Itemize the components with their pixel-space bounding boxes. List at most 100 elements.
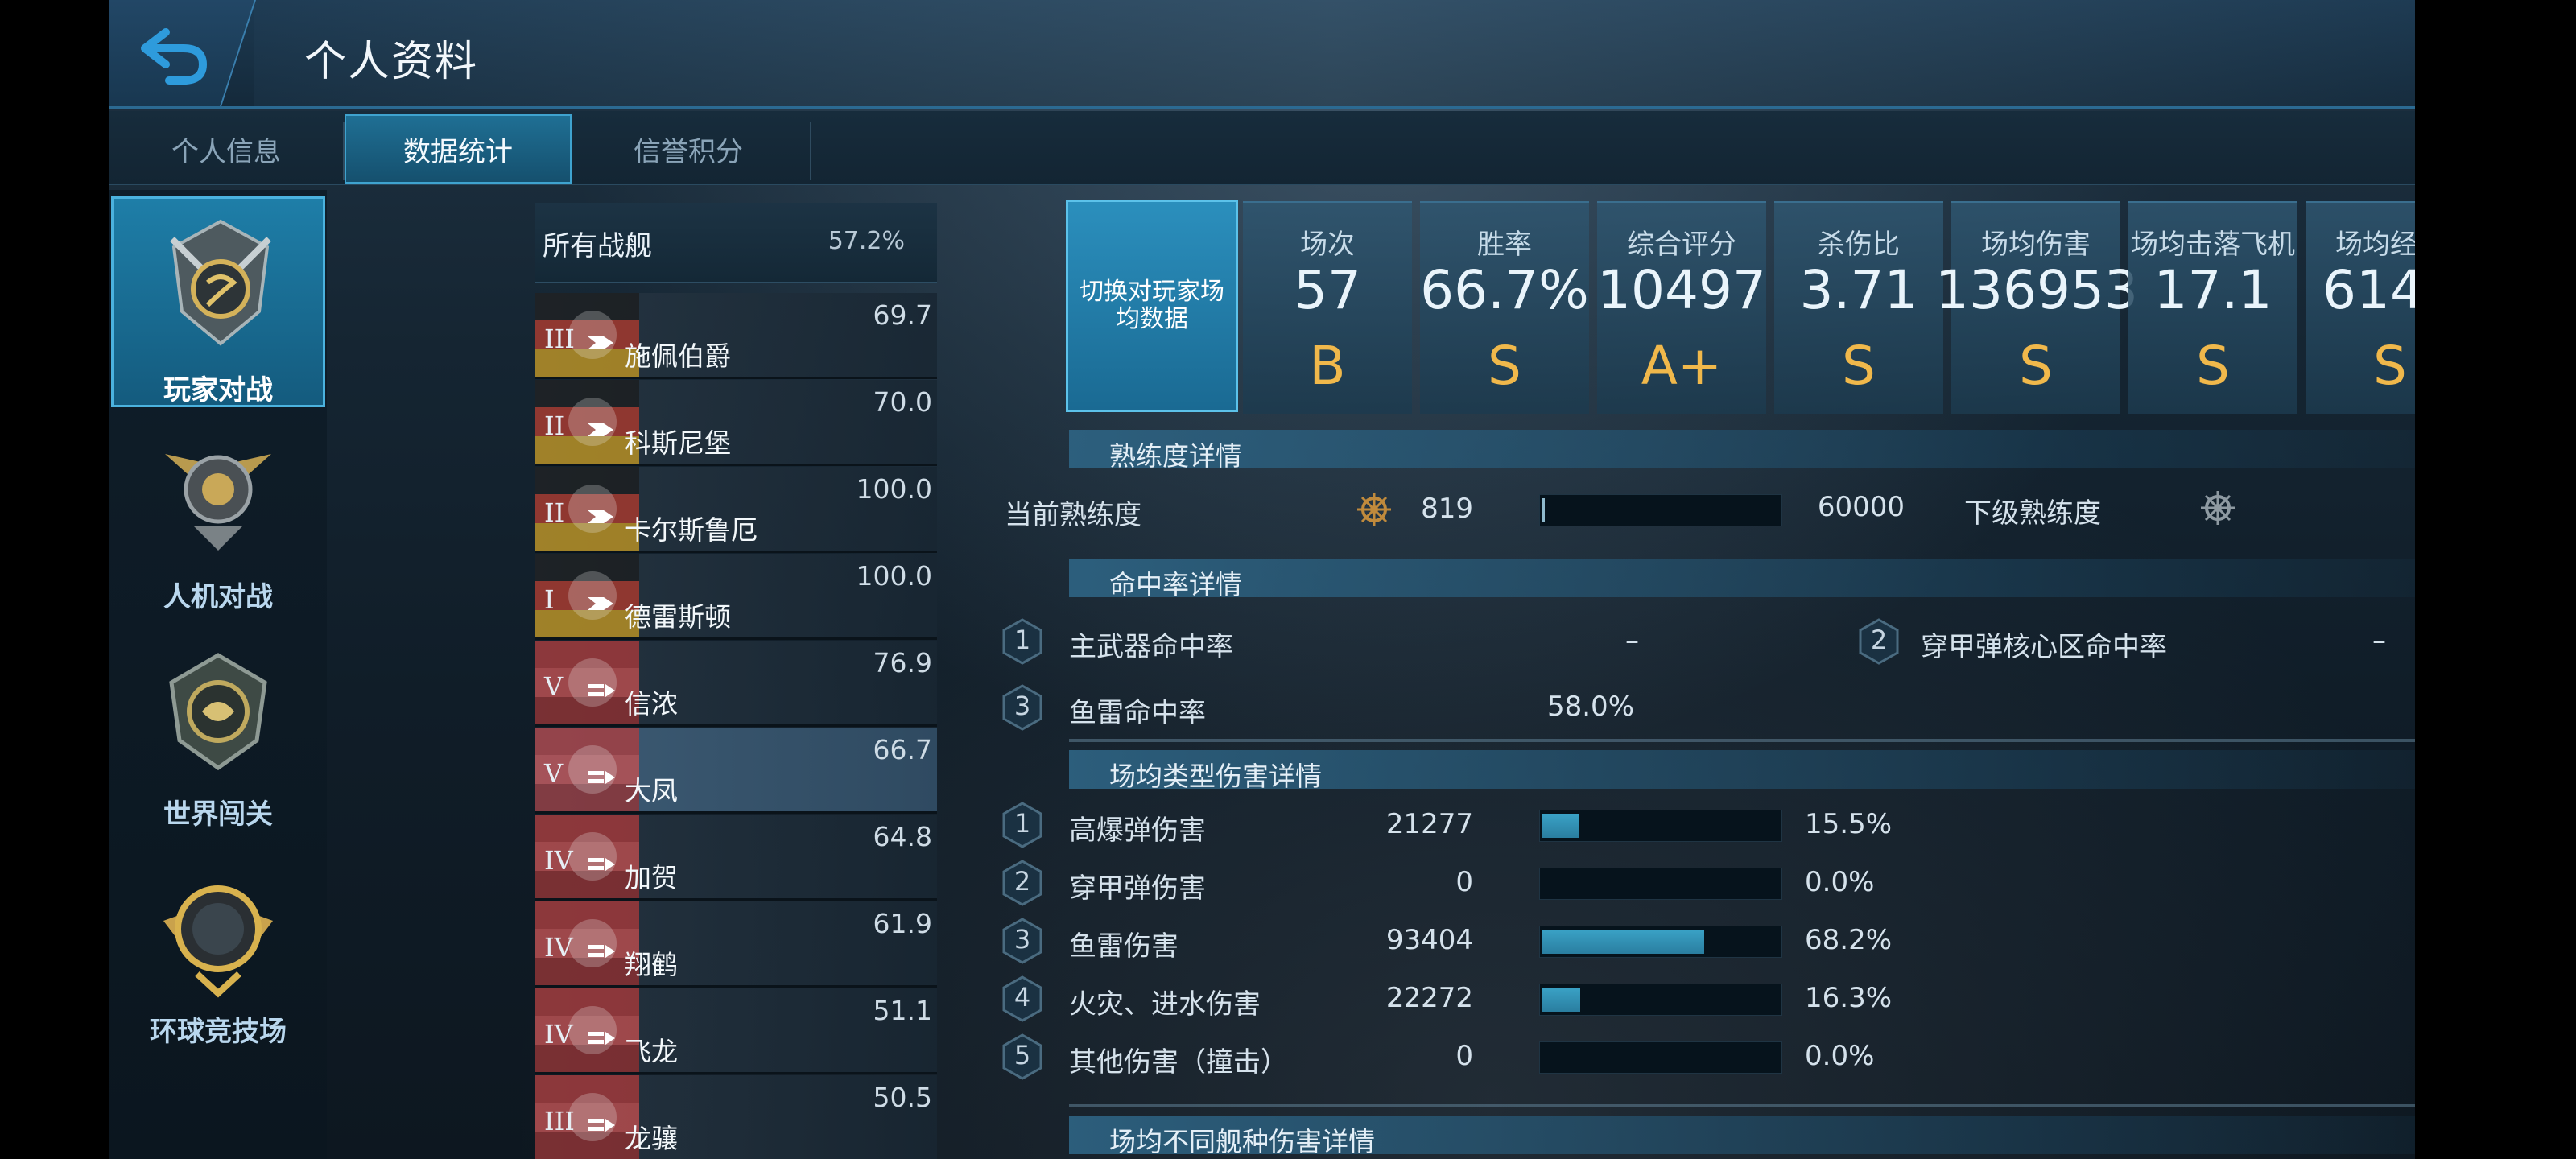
stat-label: 场均击落飞机 xyxy=(2131,229,2295,261)
damage-label: 鱼雷伤害 xyxy=(1069,930,1179,963)
stat-value: 3.71 xyxy=(1799,259,1918,321)
accuracy-label: 穿甲弹核心区命中率 xyxy=(1921,631,2167,663)
damage-percent: 68.2% xyxy=(1805,924,1893,956)
ship-name: 科斯尼堡 xyxy=(625,427,731,459)
ship-list-all[interactable]: 所有战舰 57.2% xyxy=(535,203,937,283)
stat-card: 场均伤害 136953 S xyxy=(1935,201,2138,414)
stat-card: 胜率 66.7% S xyxy=(1420,201,1589,414)
stat-value: 17.1 xyxy=(2153,259,2273,321)
ship-name: 信浓 xyxy=(625,688,678,720)
ship-name: 大凤 xyxy=(625,775,678,806)
ship-name: 卡尔斯鲁厄 xyxy=(625,514,758,546)
mode-label-pvp: 玩家对战 xyxy=(163,374,273,406)
carrier-class-icon xyxy=(588,945,615,958)
ship-tier: III xyxy=(544,1106,575,1136)
mode-arena[interactable]: 环球竞技场 xyxy=(111,848,325,1059)
battleship-class-icon xyxy=(588,423,613,436)
badge-number: 4 xyxy=(1013,982,1031,1013)
ship-row[interactable]: V 信浓 76.9 xyxy=(535,641,937,727)
ship-row[interactable]: II 卡尔斯鲁厄 100.0 xyxy=(535,467,937,553)
stat-grade: S xyxy=(2373,335,2407,397)
ship-value: 66.7 xyxy=(873,734,932,765)
ship-tier: IV xyxy=(544,1019,573,1050)
mode-label-arena: 环球竞技场 xyxy=(150,1016,287,1048)
mode-pve[interactable]: 人机对战 xyxy=(111,414,325,625)
stats-summary: 切换对玩家场均数据 场次 57 B 胜率 66.7% S 综合评分 10497 A+ 杀伤比 3.7… xyxy=(1066,200,2415,417)
stat-label: 胜率 xyxy=(1477,229,1532,261)
current-proficiency-label: 当前熟练度 xyxy=(1005,499,1141,531)
damage-value: 0 xyxy=(1455,866,1473,898)
proficiency-max-value: 60000 xyxy=(1817,491,1905,523)
ship-tier: V xyxy=(544,671,564,702)
page-title: 个人资料 xyxy=(304,38,479,86)
damage-badge: 3 xyxy=(1001,918,1043,964)
stat-label: 综合评分 xyxy=(1627,229,1736,261)
tab-data-stats[interactable]: 数据统计 xyxy=(345,114,572,184)
section-damage-types: 场均类型伤害详情 xyxy=(1069,750,2415,792)
stat-card: 综合评分 10497 A+ xyxy=(1597,201,1766,414)
damage-label: 穿甲弹伤害 xyxy=(1069,872,1206,905)
ship-name: 翔鹤 xyxy=(625,949,678,980)
stat-grade: S xyxy=(2196,335,2230,397)
accuracy-badge: 1 xyxy=(1001,618,1043,665)
ship-row[interactable]: IV 加贺 64.8 xyxy=(535,815,937,901)
damage-bar xyxy=(1539,810,1782,842)
ship-row[interactable]: II 科斯尼堡 70.0 xyxy=(535,380,937,466)
tab-credit-score[interactable]: 信誉积分 xyxy=(573,114,803,184)
damage-bar-fill xyxy=(1542,930,1704,954)
stat-label: 杀伤比 xyxy=(1818,229,1900,261)
mode-label-world: 世界闯关 xyxy=(163,798,273,831)
ship-value: 64.8 xyxy=(873,821,932,852)
stat-value: 57 xyxy=(1294,259,1361,321)
header-divider xyxy=(109,106,2415,109)
ship-row[interactable]: III 施佩伯爵 69.7 xyxy=(535,293,937,379)
stat-value: 66.7% xyxy=(1420,259,1589,321)
damage-value: 93404 xyxy=(1385,924,1473,956)
header-background xyxy=(254,0,2415,108)
switch-data-button[interactable]: 切换对玩家场均数据 xyxy=(1066,200,1238,412)
damage-badge: 1 xyxy=(1001,802,1043,848)
accuracy-value: – xyxy=(2372,625,2386,657)
mode-sidebar: 玩家对战 人机对战 世界闯关 环球竞技场 xyxy=(109,190,327,1159)
ship-row[interactable]: IV 翔鹤 61.9 xyxy=(535,901,937,988)
ship-row[interactable]: I 德雷斯顿 100.0 xyxy=(535,554,937,640)
damage-bar-fill xyxy=(1542,814,1579,838)
ship-name: 龙骧 xyxy=(625,1123,678,1154)
badge-number: 3 xyxy=(1013,924,1031,955)
stat-value: 6140 xyxy=(2322,259,2415,321)
ship-name: 施佩伯爵 xyxy=(625,340,731,372)
mode-label-pve: 人机对战 xyxy=(163,581,273,613)
damage-bar xyxy=(1539,1041,1782,1074)
stat-card: 场次 57 B xyxy=(1243,201,1412,414)
damage-percent: 0.0% xyxy=(1805,866,1875,898)
stat-grade: S xyxy=(1488,335,1521,397)
mode-pvp[interactable]: 玩家对战 xyxy=(111,196,325,407)
mode-world[interactable]: 世界闯关 xyxy=(111,631,325,842)
ship-row[interactable]: III 龙骧 50.5 xyxy=(535,1075,937,1159)
stat-grade: S xyxy=(1842,335,1876,397)
stat-label: 场次 xyxy=(1300,229,1355,261)
badge-number: 3 xyxy=(1013,691,1031,721)
ship-value: 69.7 xyxy=(873,299,932,331)
carrier-class-icon xyxy=(588,858,615,871)
ship-tier: IV xyxy=(544,932,573,963)
ship-row[interactable]: V 大凤 66.7 xyxy=(535,728,937,814)
carrier-class-icon xyxy=(588,1032,615,1045)
section-divider xyxy=(1069,739,2415,742)
ship-row[interactable]: IV 飞龙 51.1 xyxy=(535,988,937,1074)
ship-name: 飞龙 xyxy=(625,1036,678,1067)
ship-value: 100.0 xyxy=(856,473,932,505)
ship-all-label: 所有战舰 xyxy=(543,230,652,262)
badge-number: 2 xyxy=(1013,866,1031,897)
stat-grade: A+ xyxy=(1641,335,1723,397)
tab-personal-info[interactable]: 个人信息 xyxy=(109,114,343,184)
badge-number: 1 xyxy=(1013,808,1031,839)
battleship-class-icon xyxy=(588,510,613,523)
stat-value: 10497 xyxy=(1597,259,1766,321)
stat-label: 场均伤害 xyxy=(1981,229,2091,261)
ship-value: 51.1 xyxy=(873,995,932,1026)
accuracy-label: 鱼雷命中率 xyxy=(1069,697,1206,729)
damage-value: 0 xyxy=(1455,1040,1473,1072)
accuracy-value: – xyxy=(1625,625,1639,657)
back-button[interactable] xyxy=(134,18,222,90)
